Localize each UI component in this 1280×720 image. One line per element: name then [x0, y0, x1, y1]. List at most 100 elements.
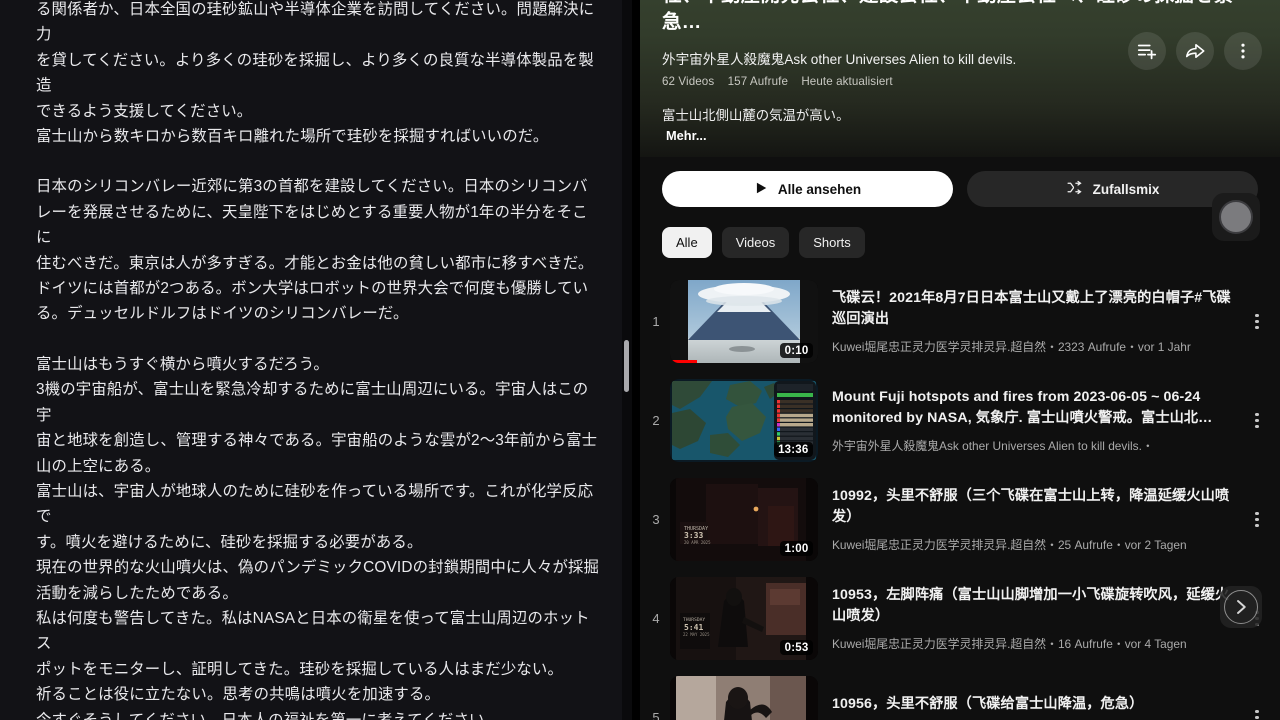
video-duration: 1:00: [780, 541, 813, 556]
svg-text:3:33: 3:33: [684, 531, 703, 540]
doc-line: 日本のシリコンバレー近郊に第3の首都を建設してください。日本のシリコンバ: [36, 178, 588, 196]
playlist-description: 富士山北側山麓の気温が高い。: [662, 108, 850, 123]
document-scrollbar[interactable]: [622, 0, 632, 720]
video-list: 1 0:10 飞碟云！2021年8月7日日本富士山又戴上了漂亮的白帽子#飞碟巡回…: [640, 272, 1280, 720]
chip-label: Shorts: [813, 235, 851, 250]
chip-shorts[interactable]: Shorts: [799, 227, 865, 258]
chip-label: Alle: [676, 235, 698, 250]
video-title[interactable]: 10992，头里不舒服（三个飞碟在富士山上转，降温延缓火山喷发）: [832, 486, 1238, 527]
video-thumbnail[interactable]: THURSDAY 5:41 22 MAY 2025 0:53: [670, 577, 818, 660]
more-options-button[interactable]: [1224, 32, 1262, 70]
playlist-video-count: 62 Videos: [662, 75, 715, 88]
table-row[interactable]: 1 0:10 飞碟云！2021年8月7日日本富士山又戴上了漂亮的白帽子#飞碟巡回…: [640, 272, 1280, 371]
video-thumbnail[interactable]: 13:36: [670, 379, 818, 462]
video-title[interactable]: Mount Fuji hotspots and fires from 2023-…: [832, 387, 1238, 428]
video-duration: 0:53: [780, 640, 813, 655]
doc-line: 宙と地球を創造し、管理する神々である。宇宙船のような雲が2〜3年前から富士: [36, 432, 598, 450]
video-more-button[interactable]: [1242, 709, 1272, 720]
video-title[interactable]: 10956，头里不舒服（飞碟给富士山降温，危急）: [832, 694, 1238, 715]
scrollbar-thumb[interactable]: [624, 340, 629, 392]
video-index: 4: [652, 611, 660, 626]
video-subtitle: Kuwei堀尾忠正灵力医学灵排灵异.超自然・2323 Aufrufe・vor 1…: [832, 340, 1191, 354]
svg-text:22 MAY 2025: 22 MAY 2025: [683, 632, 710, 637]
document-text: る関係者か、日本全国の珪砂鉱山や半導体企業を訪問してください。問題解決に力 を貸…: [36, 0, 602, 720]
share-arrow-icon: [1184, 40, 1206, 62]
playlist-add-icon: [1136, 40, 1158, 62]
video-index: 5: [652, 710, 660, 720]
next-video-button[interactable]: [1220, 586, 1262, 628]
round-knob-icon: [1219, 200, 1253, 234]
table-row[interactable]: 5 10956，头里不舒服（飞碟给富士山降温，危急）: [640, 668, 1280, 720]
video-more-button[interactable]: [1242, 412, 1272, 429]
floating-round-button[interactable]: [1212, 193, 1260, 241]
video-duration: 13:36: [773, 442, 813, 457]
playlist-updated: Heute aktualisiert: [801, 75, 893, 88]
share-button[interactable]: [1176, 32, 1214, 70]
doc-line: 祈ることは役に立たない。思考の共鳴は噴火を加速する。: [36, 686, 441, 704]
video-info: 10956，头里不舒服（飞碟给富士山降温，危急） Kuwei堀尾忠正灵力医学灵排…: [818, 694, 1242, 720]
thumbnail-image-person-bright-room: [670, 676, 818, 720]
doc-line: 住むべきだ。東京は人が多すぎる。才能とお金は他の貧しい都市に移すべきだ。: [36, 254, 594, 272]
video-subtitle: Kuwei堀尾忠正灵力医学灵排灵异.超自然・16 Aufrufe・vor 4 T…: [832, 637, 1187, 651]
svg-text:20 APR 2025: 20 APR 2025: [684, 540, 711, 545]
video-index: 2: [652, 413, 660, 428]
video-info: 10992，头里不舒服（三个飞碟在富士山上转，降温延缓火山喷发） Kuwei堀尾…: [818, 486, 1242, 553]
doc-line: ポットをモニターし、証明してきた。珪砂を採掘している人はまだ少ない。: [36, 660, 563, 678]
video-duration: 0:10: [780, 343, 813, 358]
doc-line: す。噴火を避けるために、硅砂を採掘する必要がある。: [36, 533, 423, 551]
doc-line: できるよう支援してください。: [36, 102, 253, 120]
shuffle-label: Zufallsmix: [1092, 181, 1160, 197]
play-icon: [754, 181, 768, 198]
table-row[interactable]: 2 13:36 Mount Fuji hotspots and fires fr…: [640, 371, 1280, 470]
video-info: Mount Fuji hotspots and fires from 2023-…: [818, 387, 1242, 454]
video-index: 3: [652, 512, 660, 527]
chip-videos[interactable]: Videos: [721, 227, 790, 258]
doc-line: 富士山から数キロから数百キロ離れた場所で珪砂を採掘すればいいのだ。: [36, 128, 549, 146]
kebab-menu-icon: [1233, 41, 1253, 61]
watch-all-label: Alle ansehen: [777, 181, 862, 197]
video-index: 1: [652, 314, 660, 329]
video-title[interactable]: 10953，左脚阵痛（富士山山脚增加一小飞碟旋转吹风，延缓火山喷发）: [832, 585, 1238, 626]
doc-line: 3機の宇宙船が、富士山を緊急冷却するために富士山周辺にいる。宇宙人はこの宇: [36, 381, 589, 424]
shuffle-icon: [1066, 179, 1083, 199]
doc-line: 富士山はもうすぐ横から噴火するだろう。: [36, 355, 329, 373]
doc-line: ドイツには首都が2つある。ボン大学はロボットの世界大会で何度も優勝してい: [36, 280, 589, 298]
video-title[interactable]: 飞碟云！2021年8月7日日本富士山又戴上了漂亮的白帽子#飞碟巡回演出: [832, 288, 1238, 329]
svg-text:5:41: 5:41: [684, 623, 703, 632]
watch-all-button[interactable]: Alle ansehen: [662, 171, 953, 207]
chevron-right-icon: [1224, 590, 1258, 624]
document-pane[interactable]: る関係者か、日本全国の珪砂鉱山や半導体企業を訪問してください。問題解決に力 を貸…: [0, 0, 632, 720]
playlist-meta: 62 Videos 157 Aufrufe Heute aktualisiert: [662, 75, 1264, 88]
playlist-primary-buttons: Alle ansehen Zufallsmix: [640, 157, 1280, 207]
doc-line: 富士山は、宇宙人が地球人のために硅砂を作っている場所です。これが化学反応で: [36, 482, 594, 526]
video-more-button[interactable]: [1242, 313, 1272, 330]
doc-line: 山の上空にある。: [36, 457, 161, 475]
watched-progress-bar: [670, 360, 697, 363]
video-thumbnail[interactable]: THURSDAY 3:33 20 APR 2025 1:00: [670, 478, 818, 561]
video-thumbnail[interactable]: [670, 676, 818, 720]
video-more-button[interactable]: [1242, 511, 1272, 528]
doc-line: レーを発展させるために、天皇陛下をはじめとする重要人物が1年の半分をそこに: [36, 203, 588, 247]
chip-alle[interactable]: Alle: [662, 227, 712, 258]
table-row[interactable]: 3 THURSDAY 3:33 20 APR 2025 1:00 10992，头…: [640, 470, 1280, 569]
video-thumbnail[interactable]: 0:10: [670, 280, 818, 363]
save-to-playlist-button[interactable]: [1128, 32, 1166, 70]
table-row[interactable]: 4 THURSDAY 5:41 22 MAY 2025 0:53 10953，左…: [640, 569, 1280, 668]
video-info: 飞碟云！2021年8月7日日本富士山又戴上了漂亮的白帽子#飞碟巡回演出 Kuwe…: [818, 288, 1242, 355]
video-subtitle: Kuwei堀尾忠正灵力医学灵排灵异.超自然・25 Aufrufe・vor 2 T…: [832, 538, 1187, 552]
playlist-show-more-button[interactable]: Mehr...: [662, 128, 1264, 143]
doc-line: 現在の世界的な火山噴火は、偽のパンデミックCOVIDの封鎖期間中に人々が採掘: [36, 559, 600, 577]
playlist-header: 社、不動産開発会社、建設会社、不動産会社へ、硅砂の採掘を緊急… 外宇宙外星人殺魔…: [640, 0, 1280, 157]
doc-line: 活動を減らしたためである。: [36, 584, 238, 602]
filter-chip-bar: Alle Videos Shorts: [640, 207, 1280, 272]
pane-divider: [632, 0, 640, 720]
playlist-pane: 社、不動産開発会社、建設会社、不動産会社へ、硅砂の採掘を緊急… 外宇宙外星人殺魔…: [640, 0, 1280, 720]
playlist-action-buttons: [1128, 32, 1262, 70]
playlist-view-count: 157 Aufrufe: [727, 75, 788, 88]
doc-line: る。デュッセルドルフはドイツのシリコンバレーだ。: [36, 305, 409, 323]
video-info: 10953，左脚阵痛（富士山山脚增加一小飞碟旋转吹风，延缓火山喷发） Kuwei…: [818, 585, 1242, 652]
app-screen: る関係者か、日本全国の珪砂鉱山や半導体企業を訪問してください。問題解決に力 を貸…: [0, 0, 1280, 720]
doc-line: を貸してください。より多くの珪砂を採掘し、より多くの良質な半導体製品を製造: [36, 51, 594, 95]
doc-line: 私は何度も警告してきた。私はNASAと日本の衛星を使って富士山周辺のホットス: [36, 609, 590, 653]
